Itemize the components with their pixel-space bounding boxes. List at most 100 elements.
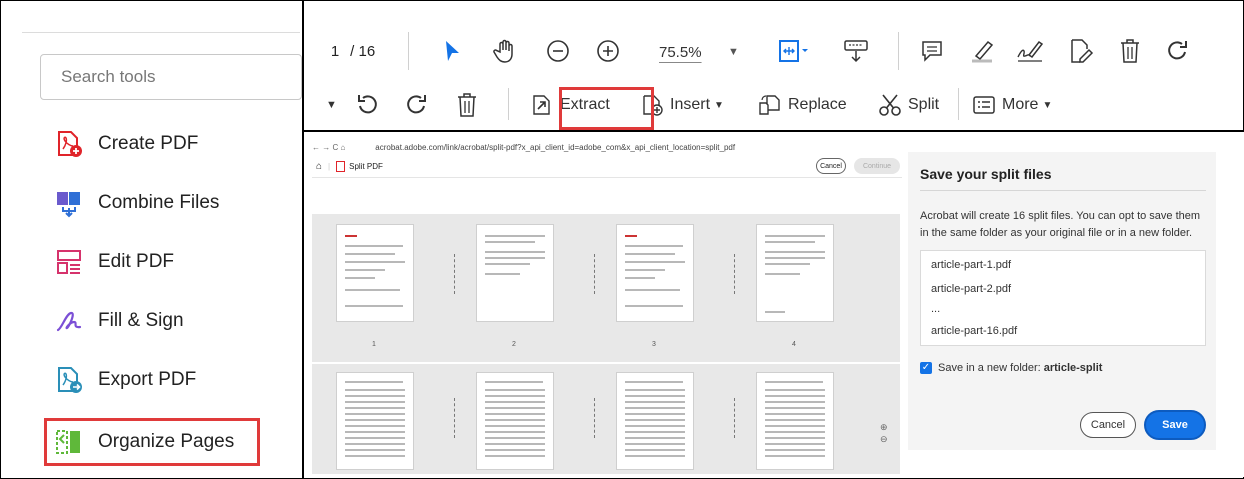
search-tools-input[interactable] bbox=[41, 55, 301, 99]
tool-label: Combine Files bbox=[98, 192, 220, 213]
edit-icon[interactable] bbox=[1064, 35, 1096, 67]
toolbar-separator bbox=[898, 32, 899, 70]
split-marker[interactable] bbox=[594, 254, 595, 294]
page-number: 1 bbox=[372, 341, 376, 348]
save-split-dialog: Save your split files Acrobat will creat… bbox=[908, 152, 1216, 450]
divider bbox=[920, 190, 1206, 191]
tools-panel: Create PDF Combine Files Edit PDF Fill &… bbox=[2, 2, 302, 477]
page-thumbnail[interactable] bbox=[616, 372, 694, 470]
dialog-title: Save your split files bbox=[920, 166, 1052, 182]
split-pdf-screenshot: ← → C ⌂ acrobat.adobe.com/link/acrobat/s… bbox=[304, 132, 1244, 477]
browser-address-bar: ← → C ⌂ acrobat.adobe.com/link/acrobat/s… bbox=[312, 138, 902, 156]
page-thumbnail[interactable] bbox=[476, 372, 554, 470]
replace-icon bbox=[756, 91, 784, 119]
page-thumbnail[interactable] bbox=[336, 372, 414, 470]
split-marker[interactable] bbox=[734, 398, 735, 438]
list-item: article-part-1.pdf bbox=[931, 259, 1012, 271]
zoom-in-icon[interactable]: ⊕ bbox=[880, 422, 888, 433]
zoom-out-icon[interactable] bbox=[542, 35, 574, 67]
page-number: 4 bbox=[792, 341, 796, 348]
toolbar-separator bbox=[408, 32, 409, 70]
list-item: article-part-2.pdf bbox=[931, 283, 1012, 295]
chevron-down-icon[interactable]: ▼ bbox=[728, 46, 739, 58]
chevron-down-icon: ▼ bbox=[714, 99, 724, 111]
pdf-icon bbox=[336, 161, 346, 172]
split-highlight bbox=[559, 87, 654, 130]
rotate-right-icon[interactable] bbox=[404, 90, 430, 120]
page-thumbnail[interactable] bbox=[756, 372, 834, 470]
tool-fill-sign[interactable]: Fill & Sign bbox=[52, 301, 184, 341]
more-button[interactable]: More ▼ bbox=[970, 90, 1052, 120]
select-arrow-icon[interactable] bbox=[436, 35, 468, 67]
file-list: article-part-1.pdf article-part-2.pdf ..… bbox=[920, 250, 1206, 346]
page-thumbnail[interactable] bbox=[756, 224, 834, 322]
checkmark-icon[interactable]: ✓ bbox=[920, 362, 932, 374]
split-marker[interactable] bbox=[594, 398, 595, 438]
vertical-divider bbox=[302, 0, 304, 479]
divider: | bbox=[328, 162, 331, 171]
embedded-cancel-button[interactable]: Cancel bbox=[816, 158, 846, 174]
dialog-description: Acrobat will create 16 split files. You … bbox=[920, 210, 1201, 239]
organize-toolbar: ▼ Extract Insert ▼ Replace Split More ▼ bbox=[304, 80, 1244, 130]
scissors-icon bbox=[876, 91, 904, 119]
page-thumbnail[interactable] bbox=[476, 224, 554, 322]
hand-icon[interactable] bbox=[490, 35, 522, 67]
zoom-out-icon[interactable]: ⊖ bbox=[880, 434, 888, 445]
combine-files-icon bbox=[52, 186, 86, 220]
list-item: ... bbox=[931, 303, 941, 315]
tool-edit-pdf[interactable]: Edit PDF bbox=[52, 242, 174, 282]
chevron-down-icon[interactable]: ▼ bbox=[326, 90, 337, 120]
tool-label: Edit PDF bbox=[98, 251, 175, 272]
replace-label: Replace bbox=[788, 96, 847, 113]
zoom-level-select[interactable]: 75.5% bbox=[659, 44, 702, 61]
tool-export-pdf[interactable]: Export PDF bbox=[52, 360, 196, 400]
split-marker[interactable] bbox=[734, 254, 735, 294]
toolbar-separator bbox=[958, 88, 959, 120]
edit-pdf-icon bbox=[52, 245, 86, 279]
address-url[interactable]: acrobat.adobe.com/link/acrobat/split-pdf… bbox=[375, 143, 735, 152]
scroll-mode-icon[interactable] bbox=[840, 35, 872, 67]
search-tools-box[interactable] bbox=[40, 54, 302, 100]
delete-page-icon[interactable] bbox=[454, 90, 480, 120]
home-icon[interactable]: ⌂ bbox=[316, 161, 322, 172]
split-marker[interactable] bbox=[454, 254, 455, 294]
tool-label: Create PDF bbox=[98, 133, 199, 154]
tool-label: Fill & Sign bbox=[98, 310, 184, 331]
extract-icon bbox=[528, 91, 556, 119]
more-icon bbox=[970, 91, 998, 119]
tool-label: Export PDF bbox=[98, 369, 197, 390]
rotate-left-icon[interactable] bbox=[354, 90, 380, 120]
redo-icon[interactable] bbox=[1162, 35, 1194, 67]
insert-label: Insert bbox=[670, 96, 711, 113]
list-item: article-part-16.pdf bbox=[931, 325, 1018, 337]
replace-button[interactable]: Replace bbox=[756, 90, 847, 120]
folder-name: article-split bbox=[1043, 362, 1103, 374]
organize-pages-highlight bbox=[44, 418, 260, 466]
embedded-continue-button[interactable]: Continue bbox=[854, 158, 900, 174]
zoom-in-icon[interactable] bbox=[592, 35, 624, 67]
page-number: 2 bbox=[512, 341, 516, 348]
save-button[interactable]: Save bbox=[1144, 410, 1206, 440]
tool-create-pdf[interactable]: Create PDF bbox=[52, 124, 198, 164]
page-thumbnail[interactable] bbox=[336, 224, 414, 322]
sign-icon[interactable] bbox=[1014, 35, 1046, 67]
tool-combine-files[interactable]: Combine Files bbox=[52, 183, 219, 223]
chevron-down-icon: ▼ bbox=[1042, 99, 1053, 111]
split-pdf-header: ⌂ | Split PDF bbox=[312, 156, 902, 178]
divider bbox=[22, 32, 300, 33]
split-button[interactable]: Split bbox=[876, 90, 939, 120]
save-in-folder-checkbox[interactable]: ✓ Save in a new folder: article-split bbox=[920, 362, 1102, 374]
split-label: Split bbox=[908, 96, 940, 113]
page-number-input[interactable]: 1 bbox=[324, 43, 346, 60]
app-title: Split PDF bbox=[349, 162, 383, 171]
create-pdf-icon bbox=[52, 127, 86, 161]
highlight-icon[interactable] bbox=[966, 35, 998, 67]
export-pdf-icon bbox=[52, 363, 86, 397]
delete-icon[interactable] bbox=[1114, 35, 1146, 67]
page-thumbnail[interactable] bbox=[616, 224, 694, 322]
cancel-button[interactable]: Cancel bbox=[1080, 412, 1136, 438]
comment-icon[interactable] bbox=[916, 35, 948, 67]
split-marker[interactable] bbox=[454, 398, 455, 438]
fit-page-icon[interactable] bbox=[774, 35, 814, 67]
fill-sign-icon bbox=[52, 304, 86, 338]
